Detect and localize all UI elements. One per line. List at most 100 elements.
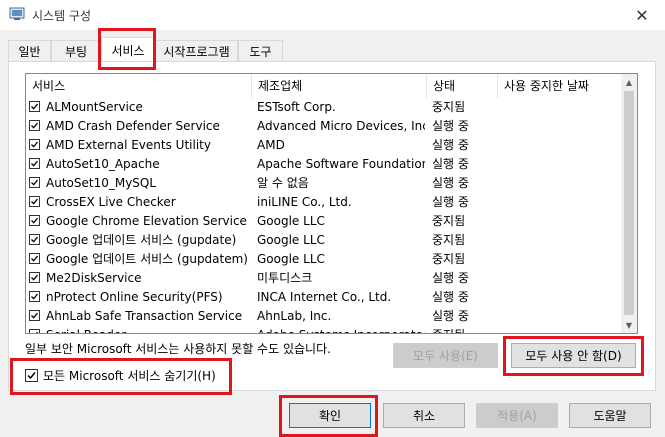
service-checkbox[interactable]: [29, 272, 40, 283]
service-vendor: iniLINE Co., Ltd.: [257, 195, 352, 209]
checkmark-icon: [31, 255, 39, 262]
service-name: Google 업데이트 서비스 (gupdate): [46, 233, 237, 247]
service-vendor: Adobe Systems Incorporated: [257, 326, 425, 333]
service-row[interactable]: Serial Reader Adobe Systems Incorporated 중…: [26, 326, 622, 333]
checkmark-icon: [31, 236, 39, 243]
service-row[interactable]: AMD Crash Defender Service Advanced Micro…: [26, 117, 622, 136]
close-icon: ✕: [635, 5, 649, 25]
column-header-vendor[interactable]: 제조업체: [252, 74, 427, 98]
service-name: Serial Reader: [46, 326, 250, 333]
service-name: Google 업데이트 서비스 (gupdatem): [46, 252, 248, 266]
service-row[interactable]: CrossEX Live Checker iniLINE Co., Ltd. 실행 …: [26, 193, 622, 212]
service-disabled-date: [503, 98, 620, 117]
checkmark-icon: [31, 179, 39, 186]
service-name: ALMountService: [46, 100, 143, 114]
service-status: 중지됨: [432, 100, 466, 114]
service-vendor: Advanced Micro Devices, Inc.: [257, 119, 425, 133]
column-header-service[interactable]: 서비스: [26, 74, 252, 98]
service-disabled-date: [503, 231, 620, 250]
service-row[interactable]: Me2DiskService 미투디스크 실행 중: [26, 269, 622, 288]
checkmark-icon: [31, 103, 39, 110]
service-status: 실행 중: [432, 176, 469, 190]
tab-services[interactable]: 서비스: [101, 37, 155, 62]
service-name: AMD Crash Defender Service: [46, 119, 220, 133]
service-vendor: 미투디스크: [257, 271, 313, 285]
checkmark-icon: [31, 122, 39, 129]
scroll-up-icon[interactable]: ▲: [621, 74, 637, 90]
service-checkbox[interactable]: [29, 120, 40, 131]
service-checkbox[interactable]: [29, 158, 40, 169]
service-name: nProtect Online Security(PFS): [46, 290, 223, 304]
service-name: CrossEX Live Checker: [46, 195, 176, 209]
service-row[interactable]: AhnLab Safe Transaction Service AhnLab, I…: [26, 307, 622, 326]
service-row[interactable]: AMD External Events Utility AMD 실행 중: [26, 136, 622, 155]
service-status: 중지됨: [432, 214, 466, 228]
service-checkbox[interactable]: [29, 253, 40, 264]
service-checkbox[interactable]: [29, 196, 40, 207]
service-vendor: Google LLC: [257, 233, 325, 247]
apply-button[interactable]: 적용(A): [476, 403, 558, 428]
hide-microsoft-services-label: 모든 Microsoft 서비스 숨기기(H): [43, 368, 216, 383]
service-disabled-date: [503, 307, 620, 326]
service-status: 실행 중: [432, 195, 469, 209]
service-status: 중지됨: [432, 233, 466, 247]
service-checkbox[interactable]: [29, 215, 40, 226]
scroll-down-icon[interactable]: ▼: [621, 317, 637, 333]
tab-boot[interactable]: 부팅: [51, 40, 101, 61]
ok-button[interactable]: 확인: [289, 403, 371, 428]
disable-all-button[interactable]: 모두 사용 안 함(D): [511, 343, 636, 368]
column-header-disabled-date[interactable]: 사용 중지한 날짜: [498, 74, 622, 98]
scroll-thumb[interactable]: [624, 91, 634, 315]
service-checkbox[interactable]: [29, 139, 40, 150]
service-disabled-date: [503, 193, 620, 212]
service-row[interactable]: ALMountService ESTsoft Corp. 중지됨: [26, 98, 622, 117]
checkmark-icon: [31, 274, 39, 281]
service-row[interactable]: Google 업데이트 서비스 (gupdate) Google LLC 중지됨: [26, 231, 622, 250]
service-row[interactable]: nProtect Online Security(PFS) INCA Intern…: [26, 288, 622, 307]
service-vendor: Google LLC: [257, 252, 325, 266]
service-disabled-date: [503, 117, 620, 136]
service-status: 실행 중: [432, 138, 469, 152]
help-button[interactable]: 도움말: [569, 403, 651, 428]
service-vendor: ESTsoft Corp.: [257, 100, 336, 114]
service-checkbox[interactable]: [29, 329, 40, 333]
checkmark-icon: [31, 312, 39, 319]
tab-tools[interactable]: 도구: [238, 40, 283, 61]
service-checkbox[interactable]: [29, 234, 40, 245]
checkmark-icon: [27, 371, 36, 379]
security-note: 일부 보안 Microsoft 서비스는 사용하지 못할 수도 있습니다.: [25, 342, 331, 356]
app-icon: [9, 7, 25, 21]
service-status: 중지됨: [432, 326, 496, 333]
service-disabled-date: [503, 288, 620, 307]
checkmark-icon: [31, 160, 39, 167]
service-disabled-date: [503, 155, 620, 174]
hide-microsoft-services-checkbox[interactable]: 모든 Microsoft 서비스 숨기기(H): [25, 367, 216, 383]
cancel-button[interactable]: 취소: [383, 403, 465, 428]
column-header-status[interactable]: 상태: [427, 74, 498, 98]
service-row[interactable]: Google 업데이트 서비스 (gupdatem) Google LLC 중지됨: [26, 250, 622, 269]
service-list[interactable]: 서비스 제조업체 상태 사용 중지한 날짜 ALMountService ESTs…: [25, 73, 638, 334]
close-button[interactable]: ✕: [619, 0, 665, 30]
vertical-scrollbar[interactable]: ▲ ▼: [621, 74, 637, 333]
service-checkbox[interactable]: [29, 310, 40, 321]
service-checkbox[interactable]: [29, 291, 40, 302]
service-status: 실행 중: [432, 119, 469, 133]
checkbox-box[interactable]: [25, 368, 38, 382]
service-name: Me2DiskService: [46, 271, 142, 285]
tab-startup[interactable]: 시작프로그램: [155, 40, 238, 61]
service-disabled-date: [503, 212, 620, 231]
checkmark-icon: [31, 141, 39, 148]
service-row[interactable]: AutoSet10_Apache Apache Software Foundati…: [26, 155, 622, 174]
service-checkbox[interactable]: [29, 177, 40, 188]
window-title: 시스템 구성: [32, 9, 92, 23]
service-checkbox[interactable]: [29, 101, 40, 112]
enable-all-button[interactable]: 모두 사용(E): [393, 343, 498, 368]
service-row[interactable]: Google Chrome Elevation Service (... Goog…: [26, 212, 622, 231]
service-vendor: AMD: [257, 138, 285, 152]
tab-general[interactable]: 일반: [8, 40, 51, 61]
service-row[interactable]: AutoSet10_MySQL 알 수 없음 실행 중: [26, 174, 622, 193]
service-disabled-date: [503, 250, 620, 269]
service-status: 실행 중: [432, 290, 469, 304]
service-name: Google Chrome Elevation Service (...: [46, 214, 250, 228]
service-name: AhnLab Safe Transaction Service: [46, 309, 243, 323]
